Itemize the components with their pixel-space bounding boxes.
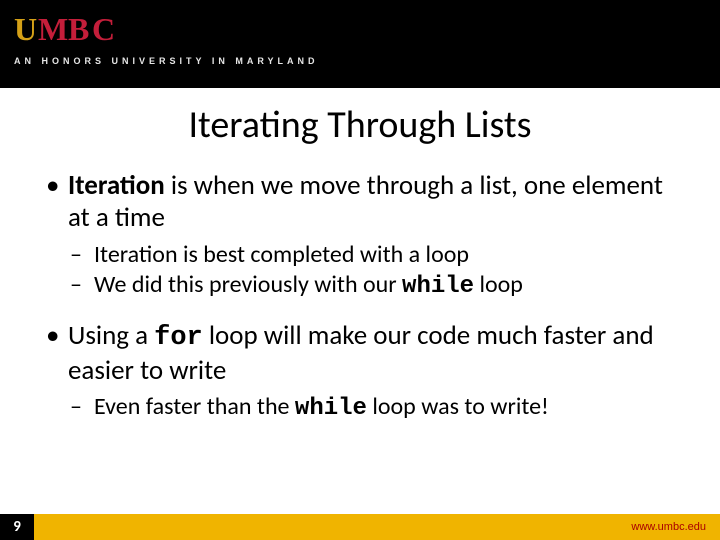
- bullet-2-pre: Using a: [68, 319, 154, 352]
- bullet-2-sub-1: Even faster than the while loop was to w…: [68, 392, 678, 424]
- sub-1b-post: loop: [474, 270, 523, 299]
- svg-text:U: U: [14, 11, 37, 47]
- bullet-1-sub-2: We did this previously with our while lo…: [68, 270, 678, 302]
- header-bar: U M B C AN HONORS UNIVERSITY IN MARYLAND: [0, 0, 720, 88]
- bullet-1-bold: Iteration: [68, 169, 165, 202]
- sub-2a-pre: Even faster than the: [94, 392, 295, 421]
- slide-title: Iterating Through Lists: [42, 102, 678, 148]
- umbc-logo-icon: U M B C: [14, 10, 134, 50]
- slide-container: U M B C AN HONORS UNIVERSITY IN MARYLAND…: [0, 0, 720, 540]
- bullet-1: Iteration is when we move through a list…: [42, 170, 678, 302]
- sub-2a-code: while: [295, 395, 367, 422]
- tagline: AN HONORS UNIVERSITY IN MARYLAND: [14, 56, 706, 66]
- sub-2a-post: loop was to write!: [367, 392, 549, 421]
- footer-bar: 9 www.umbc.edu: [0, 514, 720, 540]
- svg-text:M: M: [38, 11, 68, 47]
- sub-1a-pre: Iteration is best completed with a loop: [94, 240, 469, 269]
- svg-text:B: B: [68, 11, 89, 47]
- sub-1b-pre: We did this previously with our: [94, 270, 402, 299]
- footer-url: www.umbc.edu: [631, 521, 706, 533]
- bullet-2-sublist: Even faster than the while loop was to w…: [68, 392, 678, 424]
- bullet-1-sub-1: Iteration is best completed with a loop: [68, 240, 678, 270]
- bullet-list: Iteration is when we move through a list…: [42, 170, 678, 424]
- bullet-1-sublist: Iteration is best completed with a loop …: [68, 240, 678, 302]
- logo: U M B C: [14, 10, 706, 50]
- svg-text:C: C: [92, 11, 115, 47]
- bullet-2-code: for: [154, 323, 203, 353]
- sub-1b-code: while: [402, 273, 474, 300]
- page-number: 9: [0, 514, 34, 540]
- bullet-2: Using a for loop will make our code much…: [42, 320, 678, 425]
- content-area: Iterating Through Lists Iteration is whe…: [0, 88, 720, 540]
